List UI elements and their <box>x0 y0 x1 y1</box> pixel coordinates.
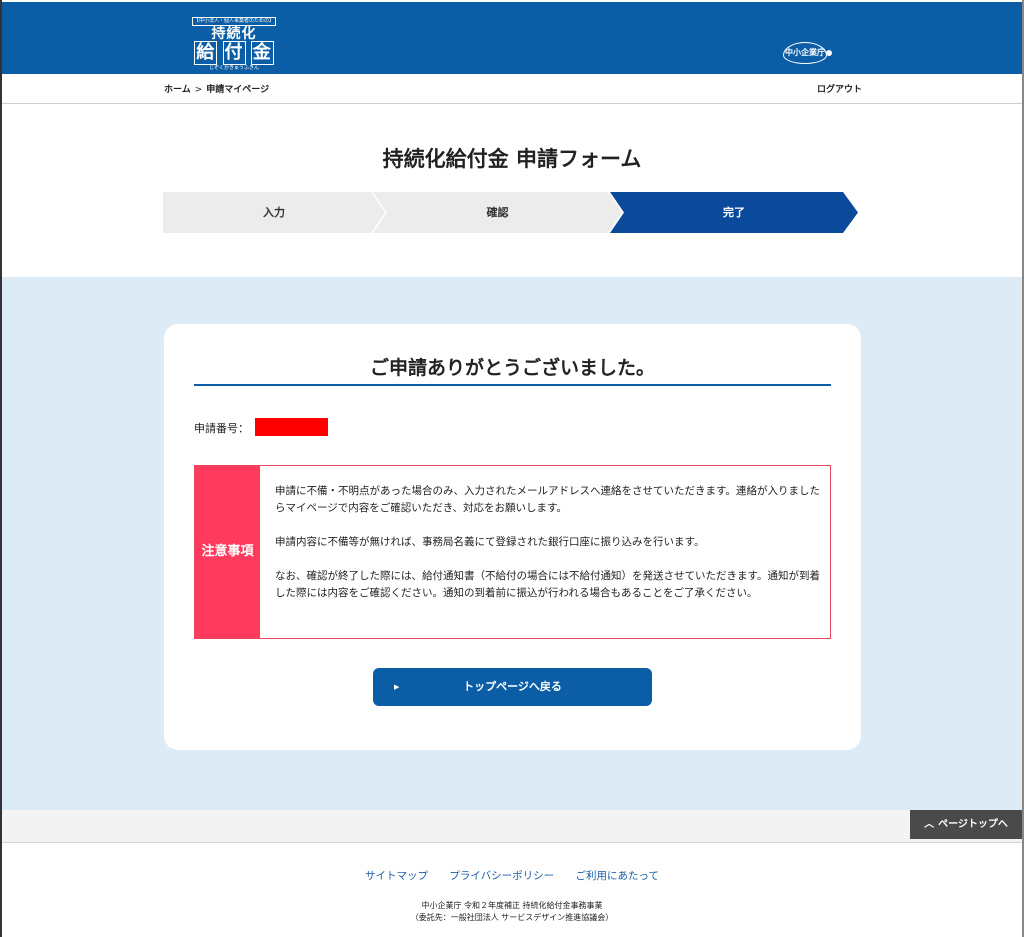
page-top-button[interactable]: ︿ ページトップへ <box>910 810 1022 839</box>
back-to-top-label: トップページへ戻る <box>463 680 562 693</box>
notice-heading: 注意事項 <box>195 466 260 638</box>
back-to-top-button[interactable]: ▶ トップページへ戻る <box>373 668 652 706</box>
logo-char-2: 付 <box>222 41 246 65</box>
breadcrumb-home[interactable]: ホーム <box>164 85 191 95</box>
logout-link[interactable]: ログアウト <box>817 82 862 95</box>
logo-line2: 給 付 金 <box>192 41 276 65</box>
logo-ruby: じぞくかきゅうふきん <box>208 65 259 71</box>
completion-card: ご申請ありがとうございました。 申請番号： 注意事項 申請に不備・不明点があった… <box>164 324 861 750</box>
page-top-label: ページトップへ <box>938 819 1008 830</box>
step-confirm: 確認 <box>373 192 622 233</box>
footer-credit: 中小企業庁 令和２年度補正 持続化給付金事務事業 （委託先：一般社団法人 サービ… <box>2 900 1022 924</box>
site-header: 【中小法人・個人事業者のための】 持続化 給 付 金 じぞくかきゅうふきん <box>2 2 1022 74</box>
thanks-heading: ご申請ありがとうございました。 <box>369 357 655 379</box>
footer-credit-line2: （委託先：一般社団法人 サービスデザイン推進協議会） <box>410 913 614 922</box>
footer-links: サイトマップ プライバシーポリシー ご利用にあたって <box>2 868 1022 883</box>
footer-link-terms[interactable]: ご利用にあたって <box>576 870 659 882</box>
notice-paragraph: 申請に不備・不明点があった場合のみ、入力されたメールアドレスへ連絡をさせていただ… <box>275 485 820 514</box>
application-number-label: 申請番号： <box>194 422 249 435</box>
notice-paragraph: なお、確認が終了した際には、給付通知書（不給付の場合には不給付通知）を発送させて… <box>275 570 820 599</box>
breadcrumb-current: 申請マイページ <box>206 85 270 95</box>
step-input: 入力 <box>163 192 385 233</box>
footer-credit-line1: 中小企業庁 令和２年度補正 持続化給付金事務事業 <box>421 901 603 910</box>
breadcrumb-bar: ホーム > 申請マイページ ログアウト <box>2 74 1022 104</box>
logo-char-3: 金 <box>250 41 274 65</box>
logo-tagline: 【中小法人・個人事業者のための】 <box>192 17 277 26</box>
application-number-redacted <box>255 418 328 436</box>
step-confirm-label: 確認 <box>486 206 509 219</box>
page-title: 持続化給付金 申請フォーム <box>382 147 642 171</box>
footer-top-band <box>2 810 1022 842</box>
step-input-label: 入力 <box>263 206 285 219</box>
step-complete-label: 完了 <box>723 206 745 219</box>
agency-logo-dot <box>826 50 832 56</box>
heading-underline <box>194 384 831 386</box>
footer-link-privacy[interactable]: プライバシーポリシー <box>449 870 554 882</box>
chevron-up-icon: ︿ <box>924 819 935 830</box>
footer-link-sitemap[interactable]: サイトマップ <box>365 870 428 882</box>
notice-paragraph: 申請内容に不備等が無ければ、事務局名義にて登録された銀行口座に振り込みを行います… <box>275 536 705 548</box>
logo-line1: 持続化 <box>211 26 257 42</box>
site-logo[interactable]: 【中小法人・個人事業者のための】 持続化 給 付 金 じぞくかきゅうふきん <box>192 7 277 71</box>
step-complete: 完了 <box>610 192 858 233</box>
breadcrumb: ホーム > 申請マイページ <box>164 82 269 95</box>
triangle-right-icon: ▶ <box>394 683 400 691</box>
site-footer: サイトマップ プライバシーポリシー ご利用にあたって 中小企業庁 令和２年度補正… <box>2 842 1022 935</box>
notice-body: 申請に不備・不明点があった場合のみ、入力されたメールアドレスへ連絡をさせていただ… <box>275 483 820 602</box>
agency-logo[interactable]: 中小企業庁 <box>783 42 827 64</box>
progress-steps: 入力 確認 完了 <box>163 192 863 233</box>
notice-box: 注意事項 申請に不備・不明点があった場合のみ、入力されたメールアドレスへ連絡をさ… <box>194 465 831 639</box>
logo-char-1: 給 <box>194 41 218 65</box>
breadcrumb-separator: > <box>194 85 203 95</box>
